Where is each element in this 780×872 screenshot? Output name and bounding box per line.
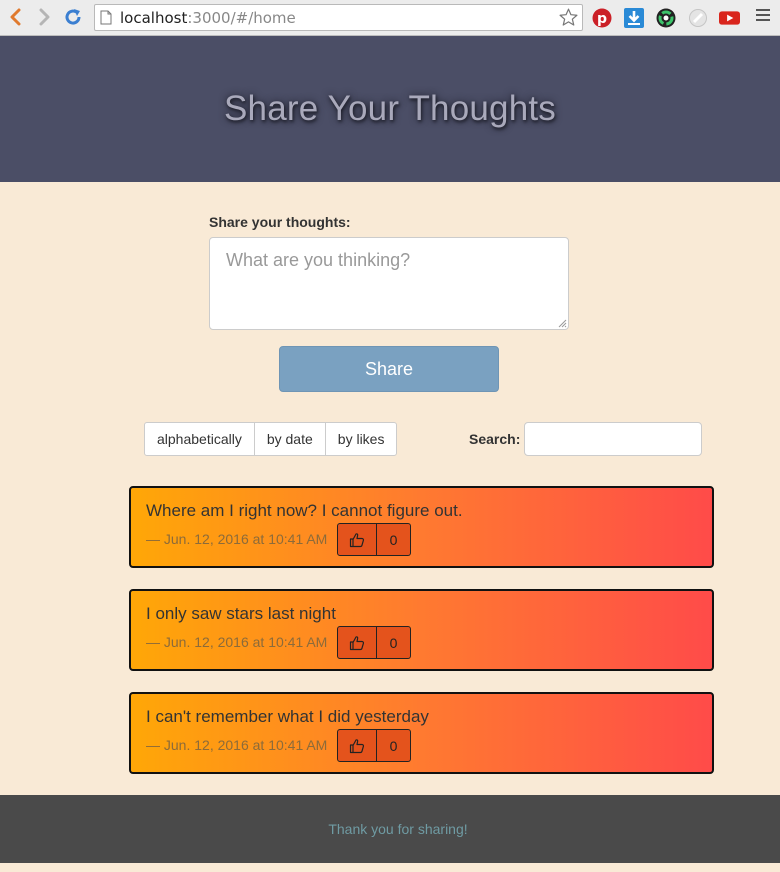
like-button[interactable] <box>337 626 377 659</box>
like-group: 0 <box>337 523 411 556</box>
color-picker-icon[interactable] <box>655 7 676 28</box>
thumbs-up-icon <box>349 635 365 650</box>
thought-input[interactable] <box>209 237 569 330</box>
download-icon[interactable] <box>623 7 644 28</box>
like-button[interactable] <box>337 729 377 762</box>
thought-timestamp: — Jun. 12, 2016 at 10:41 AM <box>146 634 328 650</box>
reload-icon[interactable] <box>62 6 84 28</box>
footer-text: Thank you for sharing! <box>328 821 468 837</box>
thought-timestamp: — Jun. 12, 2016 at 10:41 AM <box>146 737 328 753</box>
sort-by-date-button[interactable]: by date <box>253 422 326 456</box>
site-header: Share Your Thoughts <box>0 36 780 182</box>
like-count: 0 <box>377 626 411 659</box>
thought-text: I only saw stars last night <box>146 604 336 623</box>
thumbs-up-icon <box>349 532 365 547</box>
thought-text: Where am I right now? I cannot figure ou… <box>146 501 463 520</box>
site-footer: Thank you for sharing! <box>0 795 780 863</box>
youtube-icon[interactable] <box>719 7 740 28</box>
extension-icon[interactable] <box>687 7 708 28</box>
share-button[interactable]: Share <box>279 346 499 392</box>
sort-alphabetically-button[interactable]: alphabetically <box>144 422 255 456</box>
resize-grip-icon[interactable] <box>557 318 567 328</box>
pinterest-icon[interactable]: p <box>591 7 612 28</box>
menu-icon[interactable] <box>756 9 770 25</box>
page-icon <box>100 10 112 30</box>
forward-icon[interactable] <box>34 6 56 28</box>
thumbs-up-icon <box>349 738 365 753</box>
search-input[interactable] <box>524 422 702 456</box>
sort-button-group: alphabetically by date by likes <box>144 422 398 456</box>
thought-card: Where am I right now? I cannot figure ou… <box>129 486 714 568</box>
like-count: 0 <box>377 523 411 556</box>
share-label: Share your thoughts: <box>209 214 351 230</box>
svg-text:p: p <box>596 11 606 27</box>
thought-text: I can't remember what I did yesterday <box>146 707 429 726</box>
thought-card: I only saw stars last night — Jun. 12, 2… <box>129 589 714 671</box>
star-icon[interactable] <box>558 7 579 33</box>
browser-toolbar: localhost:3000/#/home p <box>0 0 780 36</box>
sort-by-likes-button[interactable]: by likes <box>324 422 398 456</box>
page-title: Share Your Thoughts <box>223 89 557 128</box>
address-bar[interactable]: localhost:3000/#/home <box>94 4 583 31</box>
search-label: Search: <box>469 431 521 447</box>
like-count: 0 <box>377 729 411 762</box>
like-group: 0 <box>337 626 411 659</box>
like-button[interactable] <box>337 523 377 556</box>
back-icon[interactable] <box>4 6 26 28</box>
thought-timestamp: — Jun. 12, 2016 at 10:41 AM <box>146 531 328 547</box>
thought-card: I can't remember what I did yesterday — … <box>129 692 714 774</box>
like-group: 0 <box>337 729 411 762</box>
url-text: localhost:3000/#/home <box>120 9 296 27</box>
